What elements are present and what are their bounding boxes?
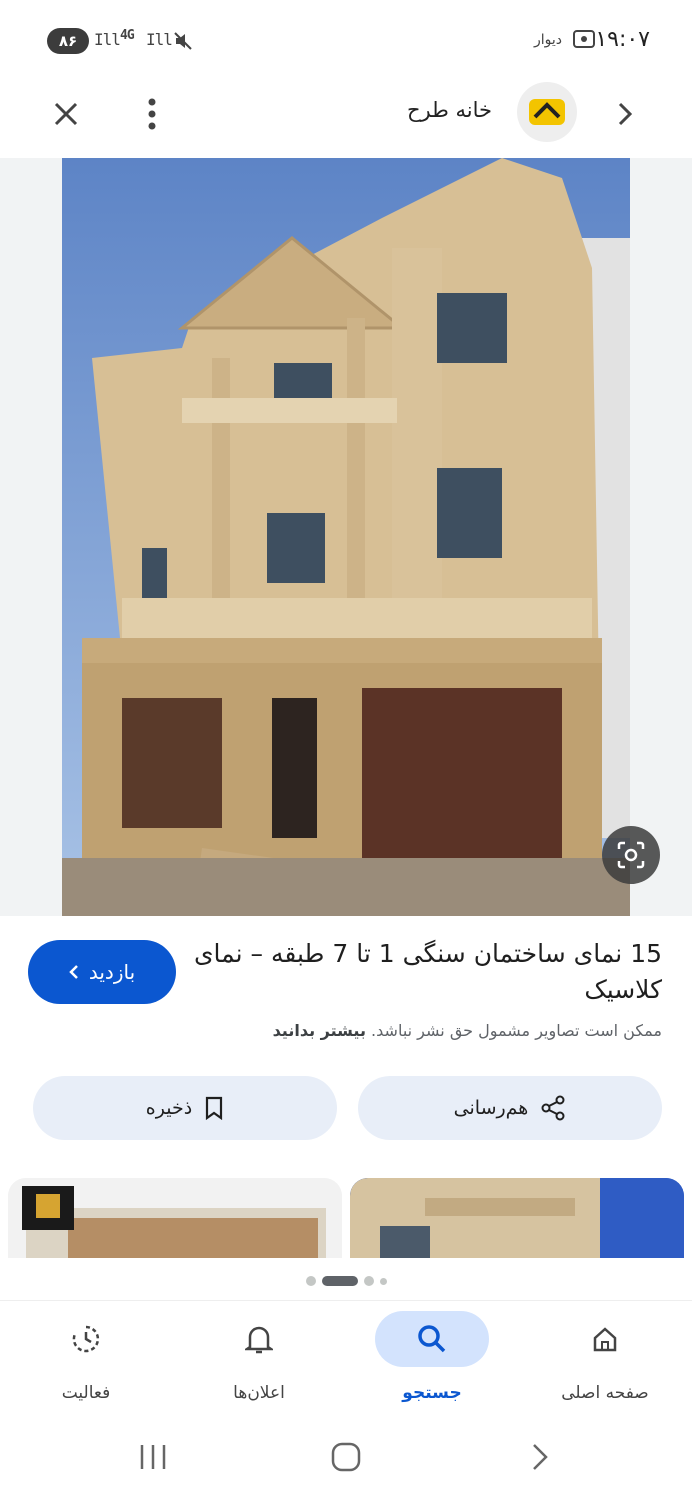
disclaimer-text: ممکن است تصاویر مشمول حق نشر نباشد. bbox=[371, 1021, 662, 1040]
result-title[interactable]: 15 نمای ساختمان سنگی 1 تا 7 طبقه – نمای … bbox=[192, 936, 662, 1008]
more-options-button[interactable] bbox=[130, 92, 174, 136]
page-dot bbox=[305, 1276, 316, 1286]
learn-more-link[interactable]: بیشتر بدانید bbox=[273, 1021, 366, 1040]
save-label: ذخیره bbox=[145, 1097, 193, 1119]
related-building-image bbox=[350, 1178, 684, 1258]
building-illustration bbox=[62, 158, 630, 916]
mute-icon bbox=[174, 32, 192, 50]
save-button[interactable]: ذخیره bbox=[33, 1076, 337, 1140]
lens-search-button[interactable] bbox=[602, 826, 660, 884]
bookmark-icon bbox=[206, 1096, 223, 1120]
related-thumbnail[interactable] bbox=[350, 1178, 684, 1258]
nav-activity[interactable]: فعالیت bbox=[16, 1311, 156, 1421]
site-name[interactable]: خانه طرح bbox=[407, 98, 492, 122]
page-dot-active bbox=[321, 1276, 358, 1286]
nav-notifications[interactable]: اعلان‌ها bbox=[189, 1311, 329, 1421]
bottom-navigation: صفحه اصلی جستجو اعلان‌ها فعالیت bbox=[0, 1300, 692, 1420]
share-button[interactable]: هم‌رسانی bbox=[358, 1076, 662, 1140]
site-logo-mark bbox=[529, 99, 565, 125]
app-notification-label: دیوار bbox=[533, 32, 562, 48]
related-building-image bbox=[8, 1178, 342, 1258]
share-label: هم‌رسانی bbox=[453, 1097, 529, 1119]
lens-icon bbox=[617, 841, 645, 869]
network-icon: 4G bbox=[120, 28, 135, 43]
screenshot-icon bbox=[573, 30, 595, 48]
activity-icon bbox=[72, 1325, 100, 1353]
nav-label: جستجو bbox=[402, 1383, 462, 1403]
system-navigation-bar bbox=[0, 1424, 692, 1490]
search-icon bbox=[418, 1325, 446, 1353]
close-icon bbox=[54, 102, 78, 126]
chevron-right-icon bbox=[618, 102, 632, 126]
pagination-dots bbox=[0, 1274, 692, 1288]
related-images bbox=[0, 1178, 692, 1258]
signal-icon: Ill bbox=[94, 30, 121, 49]
image-preview-area bbox=[0, 158, 692, 916]
home-button-icon[interactable] bbox=[330, 1441, 362, 1473]
page-dot bbox=[379, 1277, 387, 1285]
building-photo[interactable] bbox=[62, 158, 630, 916]
home-icon bbox=[593, 1327, 617, 1352]
nav-label: اعلان‌ها bbox=[233, 1383, 285, 1403]
status-bar: ۸۶ Ill 4G Ill ۱۹:۰۷ دیوار bbox=[0, 0, 692, 80]
copyright-disclaimer: ممکن است تصاویر مشمول حق نشر نباشد. بیشت… bbox=[42, 1021, 662, 1040]
more-vert-icon bbox=[148, 98, 156, 130]
page-dot bbox=[363, 1276, 374, 1286]
visit-button[interactable]: بازدید bbox=[28, 940, 176, 1004]
visit-label: بازدید bbox=[88, 960, 136, 984]
related-thumbnail[interactable] bbox=[8, 1178, 342, 1258]
bell-icon bbox=[245, 1326, 273, 1354]
signal-icon: Ill bbox=[146, 30, 173, 49]
nav-icon-container bbox=[202, 1311, 316, 1367]
chevron-left-icon bbox=[69, 965, 78, 979]
close-button[interactable] bbox=[44, 92, 88, 136]
nav-home[interactable]: صفحه اصلی bbox=[535, 1311, 675, 1421]
share-icon bbox=[541, 1095, 565, 1121]
recent-apps-icon[interactable] bbox=[138, 1442, 168, 1472]
nav-icon-container bbox=[29, 1311, 143, 1367]
nav-label: فعالیت bbox=[61, 1383, 111, 1403]
site-logo[interactable] bbox=[517, 82, 577, 142]
viewer-header: خانه طرح bbox=[0, 80, 692, 158]
nav-search[interactable]: جستجو bbox=[362, 1311, 502, 1421]
next-button[interactable] bbox=[610, 96, 640, 132]
nav-icon-container bbox=[375, 1311, 489, 1367]
back-icon[interactable] bbox=[528, 1442, 552, 1472]
nav-label: صفحه اصلی bbox=[561, 1383, 649, 1403]
clock: ۱۹:۰۷ bbox=[595, 27, 650, 52]
nav-icon-container bbox=[548, 1311, 662, 1367]
battery-indicator: ۸۶ bbox=[47, 28, 89, 54]
